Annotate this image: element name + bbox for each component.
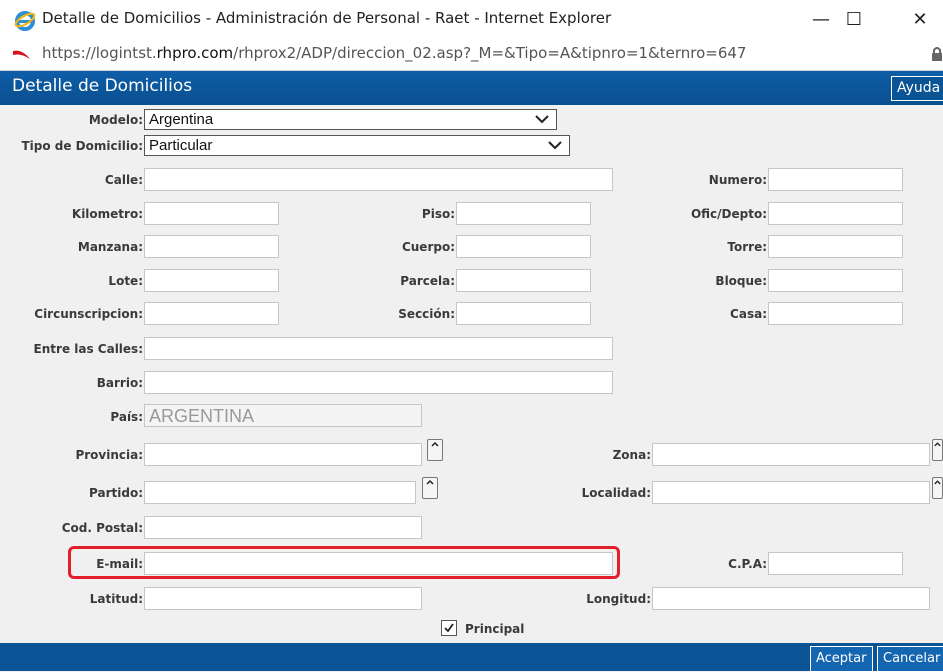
window-title: Detalle de Domicilios - Administración d… xyxy=(42,9,612,27)
zona-input[interactable] xyxy=(652,443,930,466)
cuerpo-label: Cuerpo: xyxy=(401,240,455,254)
piso-label: Piso: xyxy=(421,207,455,221)
longitud-label: Longitud: xyxy=(586,592,651,606)
seccion-input[interactable] xyxy=(456,302,591,325)
torre-input[interactable] xyxy=(768,235,903,258)
tipo-domicilio-select[interactable]: Particular xyxy=(144,135,570,156)
pais-label: País: xyxy=(110,410,143,424)
provincia-input[interactable] xyxy=(144,443,422,466)
kilometro-label: Kilometro: xyxy=(71,207,143,221)
checkmark-icon xyxy=(444,623,454,633)
latitud-label: Latitud: xyxy=(89,592,143,606)
accept-button[interactable]: Aceptar xyxy=(810,646,873,672)
page-title: Detalle de Domicilios xyxy=(12,76,193,96)
principal-checkbox[interactable] xyxy=(441,620,457,636)
chevron-up-icon xyxy=(934,442,941,447)
close-button[interactable]: ✕ xyxy=(897,4,943,34)
manzana-input[interactable] xyxy=(144,235,279,258)
calle-label: Calle: xyxy=(104,173,143,187)
latitud-input[interactable] xyxy=(144,587,422,610)
barrio-input[interactable] xyxy=(144,371,613,394)
chevron-up-icon xyxy=(934,480,941,485)
parcela-label: Parcela: xyxy=(400,274,455,288)
url-prefix: https://logintst. xyxy=(42,44,157,62)
localidad-lookup-button[interactable] xyxy=(932,477,943,499)
cancel-button[interactable]: Cancelar xyxy=(877,646,943,672)
chevron-down-icon xyxy=(548,141,562,150)
numero-input[interactable] xyxy=(768,168,903,191)
manzana-label: Manzana: xyxy=(77,240,143,254)
numero-label: Numero: xyxy=(708,173,767,187)
chevron-down-icon xyxy=(535,115,549,124)
help-button[interactable]: Ayuda xyxy=(891,76,943,101)
entre-calles-input[interactable] xyxy=(144,337,613,360)
modelo-select[interactable]: Argentina xyxy=(144,109,557,130)
bloque-label: Bloque: xyxy=(715,274,767,288)
provincia-label: Provincia: xyxy=(75,448,143,462)
chevron-up-icon xyxy=(431,441,439,447)
chevron-up-icon xyxy=(426,479,434,485)
partido-input[interactable] xyxy=(144,481,416,504)
email-input[interactable] xyxy=(144,552,613,575)
partido-label: Partido: xyxy=(89,486,143,500)
torre-label: Torre: xyxy=(727,240,767,254)
internet-explorer-icon xyxy=(14,11,36,31)
bloque-input[interactable] xyxy=(768,269,903,292)
zona-lookup-button[interactable] xyxy=(932,439,943,461)
url-domain: rhpro.com xyxy=(156,44,234,62)
cpa-label: C.P.A: xyxy=(728,557,767,571)
localidad-input[interactable] xyxy=(652,481,930,504)
url-path: /rhprox2/ADP/direccion_02.asp?_M=&Tipo=A… xyxy=(233,44,747,62)
cod-postal-input[interactable] xyxy=(144,516,422,539)
cuerpo-input[interactable] xyxy=(456,235,591,258)
circunscripcion-input[interactable] xyxy=(144,302,279,325)
page-footer xyxy=(0,643,943,671)
site-favicon-icon xyxy=(13,50,30,59)
kilometro-input[interactable] xyxy=(144,202,279,225)
maximize-button[interactable]: ☐ xyxy=(831,4,877,34)
entre-calles-label: Entre las Calles: xyxy=(33,342,143,356)
parcela-input[interactable] xyxy=(456,269,591,292)
localidad-label: Localidad: xyxy=(581,486,651,500)
casa-input[interactable] xyxy=(768,302,903,325)
zona-label: Zona: xyxy=(612,448,651,462)
lock-icon xyxy=(932,47,942,61)
barrio-label: Barrio: xyxy=(96,376,143,390)
circunscripcion-label: Circunscripcion: xyxy=(34,307,143,321)
tipo-domicilio-value: Particular xyxy=(149,137,213,154)
modelo-label: Modelo: xyxy=(88,113,143,127)
url-text[interactable]: https://logintst.rhpro.com/rhprox2/ADP/d… xyxy=(42,44,746,62)
cpa-input[interactable] xyxy=(768,552,903,575)
email-label: E-mail: xyxy=(96,557,143,571)
cod-postal-label: Cod. Postal: xyxy=(61,521,143,535)
lote-label: Lote: xyxy=(108,274,143,288)
provincia-lookup-button[interactable] xyxy=(427,439,443,461)
partido-lookup-button[interactable] xyxy=(422,477,438,499)
ofic-depto-label: Ofic/Depto: xyxy=(690,207,767,221)
seccion-label: Sección: xyxy=(398,307,455,321)
casa-label: Casa: xyxy=(730,307,767,321)
modelo-value: Argentina xyxy=(149,111,214,128)
pais-input: ARGENTINA xyxy=(144,404,422,427)
longitud-input[interactable] xyxy=(652,587,930,610)
principal-label: Principal xyxy=(465,622,525,636)
lote-input[interactable] xyxy=(144,269,279,292)
ofic-depto-input[interactable] xyxy=(768,202,903,225)
piso-input[interactable] xyxy=(456,202,591,225)
tipo-domicilio-label: Tipo de Domicilio: xyxy=(21,139,143,153)
calle-input[interactable] xyxy=(144,168,613,191)
